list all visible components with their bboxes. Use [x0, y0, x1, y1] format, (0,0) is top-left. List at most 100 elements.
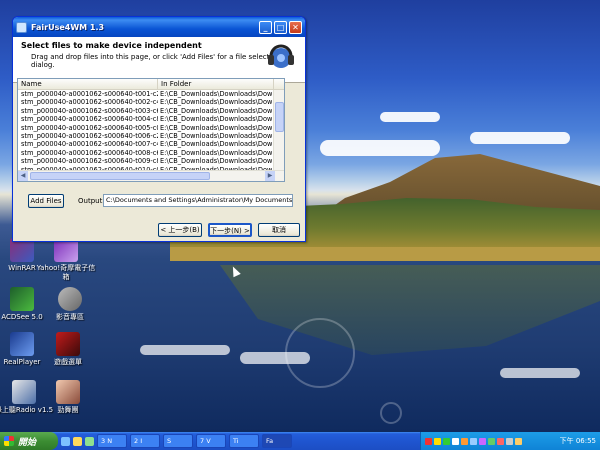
file-name: stm_p000040-a0001062-s000640-t009-c8.wma — [21, 157, 158, 166]
scroll-right-icon[interactable]: ▶ — [265, 171, 275, 181]
file-folder: E:\CB_Downloads\Downloads\Download — [160, 90, 272, 98]
desktop: WinRAR Yahoo!奇摩電子信箱 ACDSee 5.0 影音專區 Real… — [0, 0, 600, 432]
column-header-folder[interactable]: In Folder — [158, 79, 274, 89]
file-name: stm_p000040-a0001062-s000640-t004-c8.wma — [21, 115, 158, 124]
taskbar-item-fairuse[interactable]: Fa — [262, 434, 292, 448]
maximize-button[interactable]: □ — [274, 20, 287, 34]
file-row[interactable]: stm_p000040-a0001062-s000640-t005-c0.wma… — [18, 124, 284, 132]
taskbar-item[interactable]: 3 N — [97, 434, 127, 448]
file-folder: E:\CB_Downloads\Downloads\Download — [160, 148, 272, 157]
scroll-left-icon[interactable]: ◀ — [18, 171, 28, 181]
file-folder: E:\CB_Downloads\Downloads\Download — [160, 131, 272, 140]
horizontal-scroll-thumb[interactable] — [30, 172, 210, 180]
quick-launch-ie-icon[interactable] — [61, 436, 70, 446]
file-row[interactable]: stm_p000040-a0001062-s000640-t004-c8.wma… — [18, 115, 284, 123]
cloud — [320, 140, 440, 156]
cancel-button[interactable]: 取消 — [258, 223, 300, 237]
cloud — [470, 132, 570, 144]
system-tray: 下午 06:55 — [420, 432, 600, 450]
desktop-icon-yahoo-mail[interactable]: Yahoo!奇摩電子信箱 — [36, 238, 96, 282]
file-folder: E:\CB_Downloads\Downloads\Download — [160, 140, 272, 149]
taskbar-item[interactable]: 2 I — [130, 434, 160, 448]
desktop-icon-label: 影音專區 — [56, 313, 84, 321]
file-list-header: Name In Folder — [18, 79, 284, 90]
horizontal-scrollbar[interactable]: ◀ ▶ — [18, 170, 284, 181]
file-folder: E:\CB_Downloads\Downloads\Download — [160, 157, 272, 166]
file-row[interactable]: stm_p000040-a0001062-s000640-t008-c6.wma… — [18, 149, 284, 157]
taskbar: 開始 3 N 2 I S 7 V Ti Fa 下午 06:55 — [0, 432, 600, 450]
window-title: FairUse4WM 1.3 — [31, 22, 105, 32]
lens-flare — [380, 402, 402, 424]
radio-icon — [12, 380, 36, 404]
file-name: stm_p000040-a0001062-s000640-t003-c6.wma — [21, 106, 158, 115]
add-files-button[interactable]: Add Files — [28, 194, 64, 208]
desktop-icon-games[interactable]: 遊戲選單 — [38, 332, 98, 367]
minimize-button[interactable]: _ — [259, 20, 272, 34]
tray-icon[interactable] — [506, 437, 513, 445]
file-folder: E:\CB_Downloads\Downloads\Download — [160, 98, 272, 107]
output-label: Output: — [78, 197, 105, 205]
tray-icon[interactable] — [470, 437, 477, 445]
windows-flag-icon — [4, 436, 14, 446]
cloud — [380, 112, 440, 122]
quick-launch-folder-icon[interactable] — [73, 436, 82, 446]
start-label: 開始 — [18, 437, 37, 448]
tray-icon[interactable] — [479, 437, 486, 445]
file-row[interactable]: stm_p000040-a0001062-s000640-t006-c2.wma… — [18, 132, 284, 140]
file-row[interactable]: stm_p000040-a0001062-s000640-t001-c2.wma… — [18, 90, 284, 98]
vertical-scrollbar[interactable] — [273, 90, 284, 171]
headphones-icon — [268, 44, 294, 68]
file-row[interactable]: stm_p000040-a0001062-s000640-t007-c4.wma… — [18, 140, 284, 148]
tray-icon[interactable] — [497, 437, 504, 445]
file-list[interactable]: Name In Folder stm_p000040-a0001062-s000… — [17, 78, 285, 182]
acdsee-icon — [10, 287, 34, 311]
vertical-scroll-thumb[interactable] — [275, 102, 284, 132]
file-row[interactable]: stm_p000040-a0001062-s000640-t009-c8.wma… — [18, 157, 284, 165]
lens-flare — [285, 318, 355, 388]
app-icon — [16, 21, 27, 33]
desktop-icon-media[interactable]: 影音專區 — [40, 287, 100, 322]
back-button[interactable]: < 上一步(B) — [158, 223, 202, 237]
tray-icon[interactable] — [461, 437, 468, 445]
cloud-reflection — [500, 368, 580, 378]
wizard-header: Select files to make device independent … — [13, 37, 305, 83]
games-icon — [56, 332, 80, 356]
tray-icon[interactable] — [434, 437, 441, 445]
file-folder: E:\CB_Downloads\Downloads\Download — [160, 123, 272, 132]
file-list-rows: stm_p000040-a0001062-s000640-t001-c2.wma… — [18, 90, 284, 181]
taskbar-item[interactable]: Ti — [229, 434, 259, 448]
output-path-field[interactable]: C:\Documents and Settings\Administrator\… — [103, 194, 293, 207]
file-name: stm_p000040-a0001062-s000640-t005-c0.wma — [21, 123, 158, 132]
lake-reflection — [220, 265, 600, 355]
taskbar-item[interactable]: 7 V — [196, 434, 226, 448]
quick-launch-app-icon[interactable] — [85, 436, 94, 446]
audition-icon — [56, 380, 80, 404]
close-button[interactable]: ✕ — [289, 20, 302, 34]
file-folder: E:\CB_Downloads\Downloads\Download — [160, 106, 272, 115]
wizard-heading: Select files to make device independent — [21, 41, 202, 50]
file-name: stm_p000040-a0001062-s000640-t007-c4.wma — [21, 140, 158, 149]
clock[interactable]: 下午 06:55 — [560, 436, 596, 446]
desktop-icon-label: Yahoo!奇摩電子信箱 — [36, 264, 96, 281]
file-row[interactable]: stm_p000040-a0001062-s000640-t002-c4.wma… — [18, 98, 284, 106]
tray-icon[interactable] — [515, 437, 522, 445]
tray-icon[interactable] — [425, 437, 432, 445]
wizard-subheading: Drag and drop files into this page, or c… — [31, 53, 281, 69]
shore — [170, 247, 600, 261]
file-row[interactable]: stm_p000040-a0001062-s000640-t003-c6.wma… — [18, 107, 284, 115]
title-bar[interactable]: FairUse4WM 1.3 _ □ ✕ — [13, 17, 305, 37]
taskbar-item[interactable]: S — [163, 434, 193, 448]
tray-icon[interactable] — [443, 437, 450, 445]
start-button[interactable]: 開始 — [0, 432, 58, 450]
next-button[interactable]: 下一步(N) > — [208, 223, 252, 237]
desktop-icon-audition[interactable]: 勁舞團 — [38, 380, 98, 415]
file-name: stm_p000040-a0001062-s000640-t001-c2.wma — [21, 90, 158, 98]
tray-icon[interactable] — [488, 437, 495, 445]
file-name: stm_p000040-a0001062-s000640-t008-c6.wma — [21, 148, 158, 157]
column-header-name[interactable]: Name — [18, 79, 158, 89]
tray-icon[interactable] — [452, 437, 459, 445]
media-icon — [58, 287, 82, 311]
realplayer-icon — [10, 332, 34, 356]
file-folder: E:\CB_Downloads\Downloads\Download — [160, 115, 272, 124]
cloud-reflection — [140, 345, 230, 355]
